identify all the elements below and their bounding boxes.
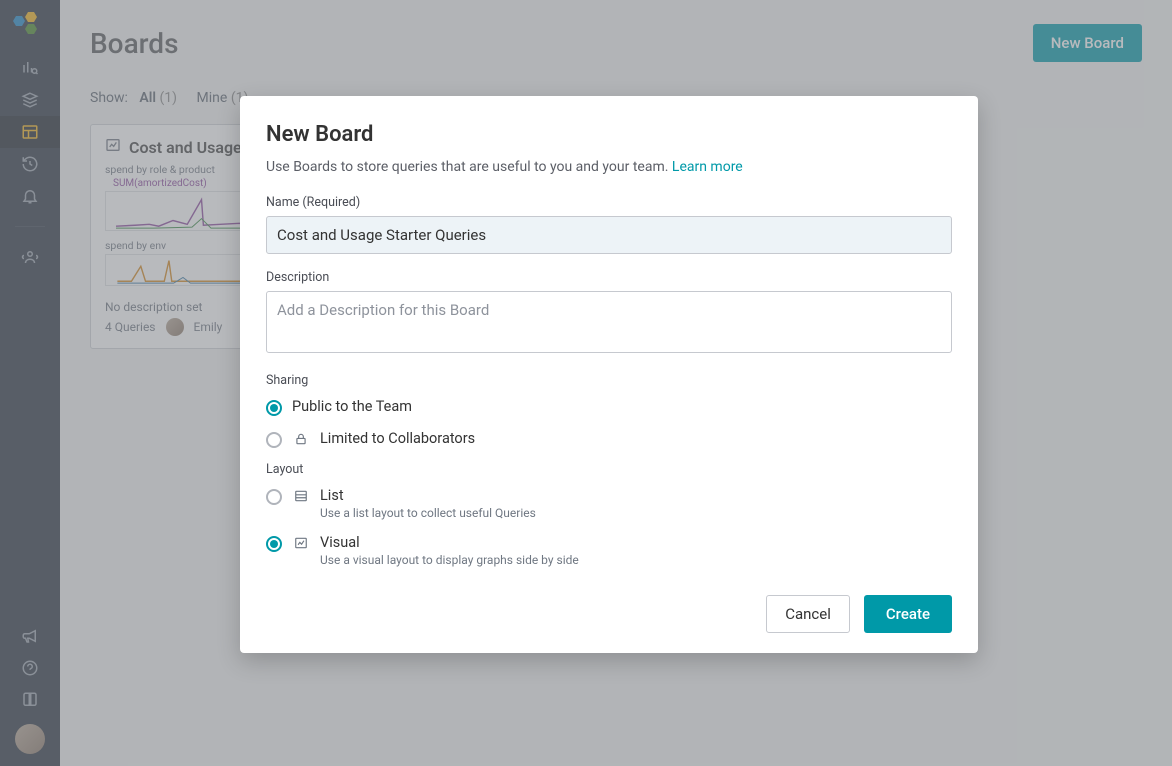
name-label: Name (Required) bbox=[266, 195, 952, 210]
new-board-modal: New Board Use Boards to store queries th… bbox=[240, 96, 978, 653]
list-icon bbox=[292, 489, 310, 503]
radio-unselected-icon bbox=[266, 432, 282, 448]
board-description-input[interactable] bbox=[266, 291, 952, 353]
layout-visual-title: Visual bbox=[320, 534, 579, 551]
layout-visual-option[interactable]: Visual Use a visual layout to display gr… bbox=[266, 534, 952, 567]
radio-unselected-icon bbox=[266, 489, 282, 505]
visual-icon bbox=[292, 536, 310, 550]
learn-more-link[interactable]: Learn more bbox=[672, 159, 743, 175]
sharing-label: Sharing bbox=[266, 373, 952, 388]
description-label: Description bbox=[266, 270, 952, 285]
layout-list-sub: Use a list layout to collect useful Quer… bbox=[320, 506, 536, 520]
radio-selected-icon bbox=[266, 400, 282, 416]
layout-label: Layout bbox=[266, 462, 952, 477]
radio-selected-icon bbox=[266, 536, 282, 552]
sharing-public-option[interactable]: Public to the Team bbox=[266, 398, 952, 416]
modal-title: New Board bbox=[266, 122, 952, 147]
sharing-limited-label: Limited to Collaborators bbox=[320, 430, 475, 447]
sharing-limited-option[interactable]: Limited to Collaborators bbox=[266, 430, 952, 448]
layout-list-title: List bbox=[320, 487, 536, 504]
sharing-public-label: Public to the Team bbox=[292, 398, 412, 415]
layout-list-option[interactable]: List Use a list layout to collect useful… bbox=[266, 487, 952, 520]
modal-actions: Cancel Create bbox=[266, 595, 952, 633]
layout-visual-sub: Use a visual layout to display graphs si… bbox=[320, 553, 579, 567]
lock-icon bbox=[292, 432, 310, 446]
board-name-input[interactable] bbox=[266, 216, 952, 254]
modal-description: Use Boards to store queries that are use… bbox=[266, 159, 952, 175]
create-button[interactable]: Create bbox=[864, 595, 952, 633]
cancel-button[interactable]: Cancel bbox=[766, 595, 850, 633]
